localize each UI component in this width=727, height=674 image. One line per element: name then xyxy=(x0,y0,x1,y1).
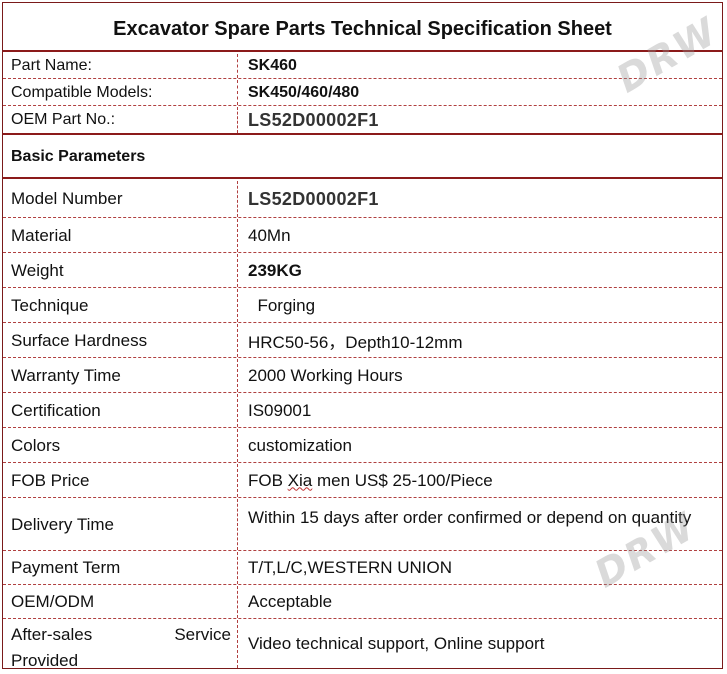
param-value: Forging xyxy=(248,295,316,315)
service-word: Service xyxy=(174,625,231,644)
provided-word: Provided xyxy=(11,651,79,670)
after-sales-word: After-sales xyxy=(11,625,93,644)
param-row: Material 40Mn xyxy=(3,219,722,253)
param-label: After-sales Service Provided xyxy=(3,620,238,670)
header-label: Part Name: xyxy=(3,54,238,78)
param-row: Delivery Time Within 15 days after order… xyxy=(3,499,722,551)
param-value: T/T,L/C,WESTERN UNION xyxy=(248,558,453,577)
param-value: IS09001 xyxy=(248,400,312,420)
header-row-oem-part: OEM Part No.: LS52D00002F1 xyxy=(3,107,722,135)
fob-city: Xia xyxy=(287,470,313,490)
param-value: 40Mn xyxy=(248,225,291,245)
param-label: Model Number xyxy=(3,181,238,217)
header-value: SK450/460/480 xyxy=(248,83,360,101)
header-row-part-name: Part Name: SK460 xyxy=(3,54,722,79)
param-value: 239KG xyxy=(248,260,302,280)
param-label: Material xyxy=(3,219,238,252)
param-row: Colors customization xyxy=(3,429,722,463)
param-label: Surface Hardness xyxy=(3,324,238,357)
param-row: Technique Forging xyxy=(3,289,722,323)
param-label: Weight xyxy=(3,254,238,287)
header-label: OEM Part No.: xyxy=(3,107,238,133)
param-value: HRC50-56，Depth10-12mm xyxy=(248,333,463,352)
sheet-title: Excavator Spare Parts Technical Specific… xyxy=(3,3,722,52)
param-label: FOB Price xyxy=(3,464,238,497)
section-title: Basic Parameters xyxy=(3,137,722,179)
param-row: FOB Price FOB Xia men US$ 25-100/Piece xyxy=(3,464,722,498)
param-value: Within 15 days after order confirmed or … xyxy=(248,508,692,527)
header-row-compatible-models: Compatible Models: SK450/460/480 xyxy=(3,80,722,106)
param-label: Technique xyxy=(3,289,238,322)
param-row: Warranty Time 2000 Working Hours xyxy=(3,359,722,393)
param-row: OEM/ODM Acceptable xyxy=(3,586,722,619)
param-value: FOB Xia men US$ 25-100/Piece xyxy=(240,464,722,497)
param-value: LS52D00002F1 xyxy=(248,188,379,209)
param-row: After-sales Service Provided Video techni… xyxy=(3,620,722,670)
param-label: Delivery Time xyxy=(3,499,238,550)
spec-sheet: Excavator Spare Parts Technical Specific… xyxy=(2,2,725,670)
param-row: Payment Term T/T,L/C,WESTERN UNION xyxy=(3,552,722,585)
param-label: Certification xyxy=(3,394,238,427)
param-row: Certification IS09001 xyxy=(3,394,722,428)
param-value: Acceptable xyxy=(248,592,333,611)
param-row: Weight 239KG xyxy=(3,254,722,288)
param-row: Surface Hardness HRC50-56，Depth10-12mm xyxy=(3,324,722,358)
header-label: Compatible Models: xyxy=(3,80,238,105)
param-label: Colors xyxy=(3,429,238,462)
param-label: OEM/ODM xyxy=(3,586,238,618)
param-value: Video technical support, Online support xyxy=(248,634,545,653)
param-row: Model Number LS52D00002F1 xyxy=(3,181,722,218)
param-label: Warranty Time xyxy=(3,359,238,392)
param-value: customization xyxy=(248,435,352,455)
header-value: LS52D00002F1 xyxy=(248,109,379,130)
param-value: 2000 Working Hours xyxy=(248,365,403,385)
param-label: Payment Term xyxy=(3,552,238,584)
header-value: SK460 xyxy=(248,57,297,74)
fob-prefix: FOB xyxy=(248,470,288,490)
fob-suffix: men US$ 25-100/Piece xyxy=(312,470,493,490)
